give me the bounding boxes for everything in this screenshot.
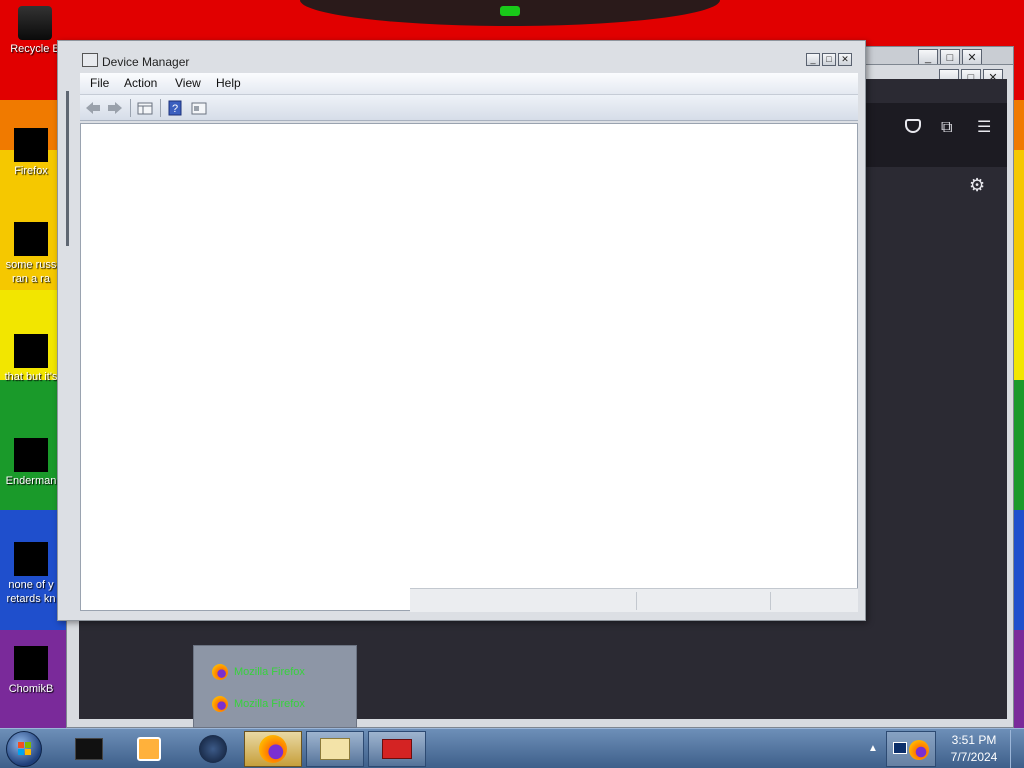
extensions-icon[interactable]: ⧉ — [941, 119, 952, 137]
settings-icon[interactable]: ⚙ — [969, 175, 985, 196]
firefox-icon — [212, 664, 228, 680]
file-icon — [14, 334, 48, 368]
tray-app-icon[interactable] — [886, 731, 936, 767]
taskbar-terminal[interactable] — [60, 731, 118, 767]
console-tree-icon[interactable] — [136, 99, 154, 117]
clock-time[interactable]: 3:51 PM — [948, 733, 1000, 747]
menu-action[interactable]: Action — [124, 76, 157, 90]
window-edge — [66, 91, 69, 246]
steam-icon — [199, 735, 227, 763]
desktop-icon-label: ChomikB — [8, 683, 54, 695]
menu-view[interactable]: View — [175, 76, 201, 90]
menu-icon[interactable]: ☰ — [977, 117, 991, 137]
taskbar-firefox[interactable] — [244, 731, 302, 767]
status-divider — [770, 592, 771, 610]
device-tree-pane[interactable] — [80, 123, 858, 611]
taskbar: ▲ — [0, 728, 1024, 768]
device-manager-titlebar[interactable]: Device Manager _ □ ✕ — [58, 41, 865, 73]
start-button[interactable] — [6, 731, 42, 767]
menu-bar: File Action View Help — [80, 73, 858, 95]
taskbar-explorer[interactable] — [306, 731, 364, 767]
toolbar-separator — [130, 99, 131, 117]
wallpaper-shape — [300, 0, 720, 26]
properties-icon[interactable] — [190, 99, 208, 117]
forward-arrow-icon[interactable] — [106, 99, 124, 117]
popup-item-label: Mozilla Firefox — [234, 698, 305, 710]
firefox-icon — [259, 735, 287, 763]
menu-file[interactable]: File — [90, 76, 109, 90]
toolbar: ? — [80, 95, 858, 121]
show-desktop-button[interactable] — [1010, 730, 1024, 768]
file-icon — [14, 438, 48, 472]
firefox-icon — [212, 696, 228, 712]
window-controls: _ □ ✕ — [806, 53, 852, 66]
status-divider — [636, 592, 637, 610]
file-icon — [14, 646, 48, 680]
popup-item[interactable]: Mozilla Firefox — [212, 664, 305, 680]
help-icon[interactable]: ? — [166, 99, 184, 117]
recycle-bin-icon — [18, 6, 52, 40]
toolbar-separator — [160, 99, 161, 117]
menu-help[interactable]: Help — [216, 76, 241, 90]
pocket-icon[interactable] — [905, 119, 921, 133]
folder-icon — [320, 738, 350, 760]
close-icon[interactable]: ✕ — [838, 53, 852, 66]
status-bar — [410, 588, 858, 612]
popup-item[interactable]: Mozilla Firefox — [212, 696, 305, 712]
firefox-icon — [14, 128, 48, 162]
minimize-icon[interactable]: _ — [806, 53, 820, 66]
device-manager-window: Device Manager _ □ ✕ File Action View He… — [57, 40, 866, 621]
file-icon — [14, 542, 48, 576]
back-arrow-icon[interactable] — [84, 99, 102, 117]
toolbox-icon — [382, 739, 412, 759]
device-manager-icon — [82, 53, 98, 67]
tray-expand-icon[interactable]: ▲ — [868, 743, 878, 754]
svg-text:?: ? — [172, 103, 178, 115]
terminal-icon — [75, 738, 103, 760]
taskbar-media-player[interactable] — [120, 731, 178, 767]
popup-item-label: Mozilla Firefox — [234, 666, 305, 678]
windows-logo-icon — [18, 742, 31, 755]
file-icon — [14, 222, 48, 256]
window-title: Device Manager — [102, 55, 190, 69]
maximize-icon[interactable]: □ — [822, 53, 836, 66]
taskbar-toolbox[interactable] — [368, 731, 426, 767]
desktop-icon-chomik[interactable]: ChomikB — [0, 646, 66, 696]
media-player-icon — [137, 737, 161, 761]
taskbar-steam[interactable] — [184, 731, 242, 767]
taskbar-thumbnail-popup: Mozilla Firefox Mozilla Firefox — [193, 645, 357, 728]
clock-date[interactable]: 7/7/2024 — [944, 750, 1004, 764]
